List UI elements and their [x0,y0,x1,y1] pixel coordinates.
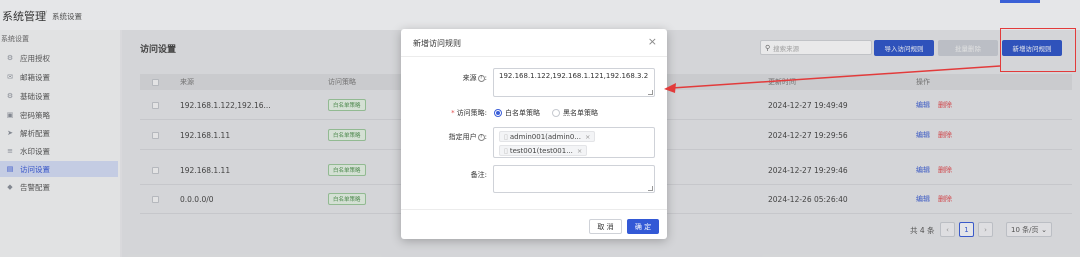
annotation-arrow [664,65,1001,93]
annotation-arrow-line [671,65,1001,89]
annotation-arrow-head [664,83,676,93]
